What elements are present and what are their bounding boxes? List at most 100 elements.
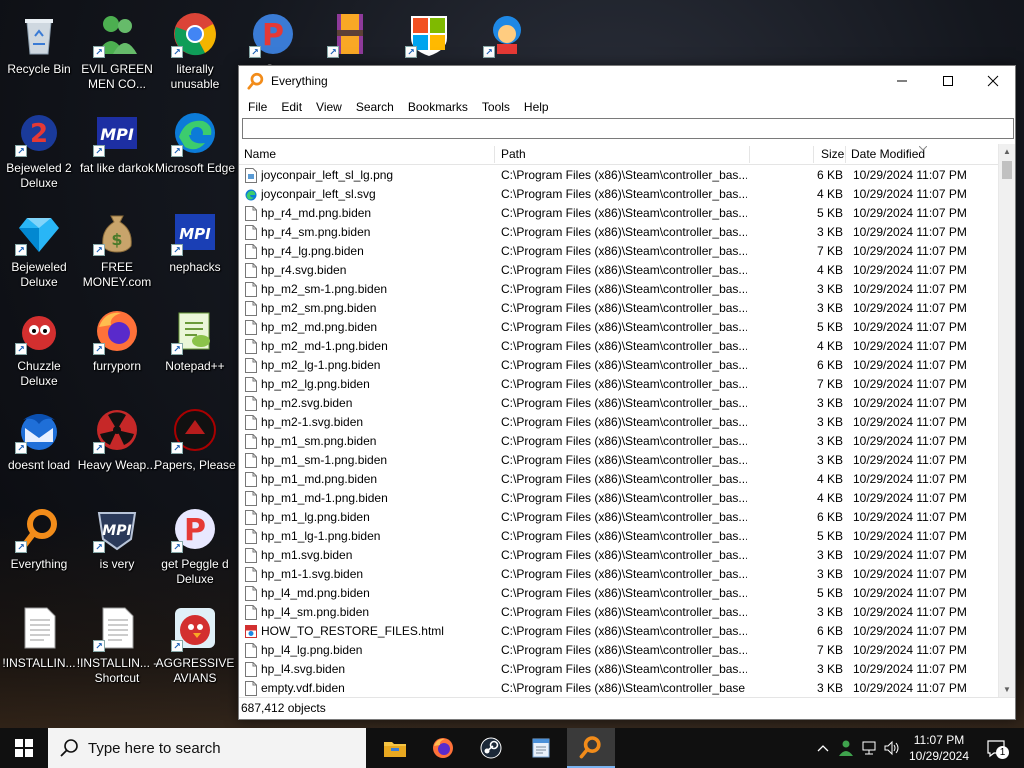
desktop-icon[interactable]: ↗ doesnt load xyxy=(0,402,78,498)
desktop-icon[interactable]: ↗ literally unusable xyxy=(156,6,234,102)
desktop-icon[interactable]: ↗ furryporn xyxy=(78,303,156,399)
table-row[interactable]: hp_m1_lg-1.png.biden C:\Program Files (x8… xyxy=(239,527,999,546)
table-row[interactable]: hp_l4_md.png.biden C:\Program Files (x86)… xyxy=(239,584,999,603)
file-path: C:\Program Files (x86)\Steam\controller_… xyxy=(501,377,747,391)
table-row[interactable]: hp_m2_sm.png.biden C:\Program Files (x86)… xyxy=(239,299,999,318)
table-row[interactable]: hp_m1_sm-1.png.biden C:\Program Files (x8… xyxy=(239,451,999,470)
table-row[interactable]: hp_l4_lg.png.biden C:\Program Files (x86)… xyxy=(239,641,999,660)
taskbar-steam[interactable] xyxy=(467,728,515,768)
table-row[interactable]: empty.vdf.biden C:\Program Files (x86)\St… xyxy=(239,679,999,698)
start-button[interactable] xyxy=(0,728,48,768)
table-row[interactable]: hp_m2_md.png.biden C:\Program Files (x86)… xyxy=(239,318,999,337)
column-date-header[interactable]: Date Modified xyxy=(851,144,925,165)
column-name-header[interactable]: Name xyxy=(244,144,276,165)
speaker-icon xyxy=(884,740,899,756)
scroll-down-arrow-icon[interactable]: ▼ xyxy=(999,682,1015,698)
desktop-icon-label: !INSTALLIN... - Shortcut xyxy=(76,656,158,685)
taskbar-clock[interactable]: 11:07 PM 10/29/2024 xyxy=(900,728,978,768)
desktop-icon[interactable]: $ ↗ FREE MONEY.com xyxy=(78,204,156,300)
column-divider[interactable] xyxy=(494,146,495,163)
scroll-up-arrow-icon[interactable]: ▲ xyxy=(999,144,1015,160)
table-row[interactable]: hp_r4_md.png.biden C:\Program Files (x86)… xyxy=(239,204,999,223)
file-path: C:\Program Files (x86)\Steam\controller_… xyxy=(501,529,747,543)
table-row[interactable]: hp_m2_sm-1.png.biden C:\Program Files (x8… xyxy=(239,280,999,299)
column-divider[interactable] xyxy=(813,146,814,163)
column-divider[interactable] xyxy=(845,146,846,163)
table-row[interactable]: hp_m2.svg.biden C:\Program Files (x86)\St… xyxy=(239,394,999,413)
taskbar-notepad[interactable] xyxy=(517,728,565,768)
search-input[interactable] xyxy=(242,118,1014,139)
tray-people[interactable] xyxy=(836,728,856,768)
desktop-icon-label: nephacks xyxy=(169,260,221,274)
desktop-icon[interactable]: ↗ Bejeweled Deluxe xyxy=(0,204,78,300)
show-hidden-icons-button[interactable] xyxy=(814,728,832,768)
table-row[interactable]: hp_r4_lg.png.biden C:\Program Files (x86)… xyxy=(239,242,999,261)
menu-file[interactable]: File xyxy=(241,96,274,118)
shortcut-arrow-icon: ↗ xyxy=(171,244,183,256)
desktop-icon[interactable]: ↗ AGGRESSIVE AVIANS xyxy=(156,600,234,696)
table-row[interactable]: hp_m1-1.svg.biden C:\Program Files (x86)\… xyxy=(239,565,999,584)
table-row[interactable]: joyconpair_left_sl.svg C:\Program Files (… xyxy=(239,185,999,204)
file-date-modified: 10/29/2024 11:07 PM xyxy=(853,244,967,258)
title-bar[interactable]: Everything xyxy=(239,66,1015,96)
desktop-icon[interactable]: MPI ↗ is very xyxy=(78,501,156,597)
table-row[interactable]: hp_l4_sm.png.biden C:\Program Files (x86)… xyxy=(239,603,999,622)
taskbar-search-box[interactable]: Type here to search xyxy=(48,728,366,768)
desktop-icon[interactable]: Recycle Bin xyxy=(0,6,78,102)
table-row[interactable]: hp_m2-1.svg.biden C:\Program Files (x86)\… xyxy=(239,413,999,432)
table-row[interactable]: hp_r4.svg.biden C:\Program Files (x86)\St… xyxy=(239,261,999,280)
scroll-thumb[interactable] xyxy=(1002,161,1012,179)
table-row[interactable]: hp_m1_sm.png.biden C:\Program Files (x86)… xyxy=(239,432,999,451)
column-size-header[interactable]: Size xyxy=(821,144,844,165)
vertical-scrollbar[interactable]: ▲ ▼ xyxy=(998,144,1015,698)
taskbar-firefox[interactable] xyxy=(419,728,467,768)
table-row[interactable]: hp_m2_lg-1.png.biden C:\Program Files (x8… xyxy=(239,356,999,375)
tray-network[interactable] xyxy=(860,728,880,768)
file-icon xyxy=(245,586,257,601)
table-row[interactable]: hp_l4.svg.biden C:\Program Files (x86)\St… xyxy=(239,660,999,679)
file-size: 3 KB xyxy=(816,681,843,695)
table-row[interactable]: joyconpair_left_sl_lg.png C:\Program File… xyxy=(239,166,999,185)
desktop-icon[interactable]: MPI ↗ fat like darkok xyxy=(78,105,156,201)
menu-tools[interactable]: Tools xyxy=(475,96,517,118)
desktop-icon[interactable]: ↗ Chuzzle Deluxe xyxy=(0,303,78,399)
desktop-icon-label: get Peggle d Deluxe xyxy=(161,557,229,586)
taskbar-file-explorer[interactable] xyxy=(371,728,419,768)
maximize-button[interactable] xyxy=(925,66,971,96)
taskbar-everything[interactable] xyxy=(567,728,615,768)
table-row[interactable]: hp_m1_md.png.biden C:\Program Files (x86)… xyxy=(239,470,999,489)
menu-search[interactable]: Search xyxy=(349,96,401,118)
desktop-icon[interactable]: 2 ↗ Bejeweled 2 Deluxe xyxy=(0,105,78,201)
desktop-icon[interactable]: ↗ Everything xyxy=(0,501,78,597)
menu-view[interactable]: View xyxy=(309,96,349,118)
close-button[interactable] xyxy=(970,66,1016,96)
shortcut-arrow-icon: ↗ xyxy=(171,541,183,553)
file-size: 3 KB xyxy=(816,605,843,619)
menu-edit[interactable]: Edit xyxy=(274,96,309,118)
desktop-icon[interactable]: P ↗ get Peggle d Deluxe xyxy=(156,501,234,597)
table-row[interactable]: hp_r4_sm.png.biden C:\Program Files (x86)… xyxy=(239,223,999,242)
table-row[interactable]: hp_m1.svg.biden C:\Program Files (x86)\St… xyxy=(239,546,999,565)
table-row[interactable]: hp_m2_lg.png.biden C:\Program Files (x86)… xyxy=(239,375,999,394)
minimize-button[interactable] xyxy=(879,66,925,96)
desktop-icon[interactable]: ↗ Microsoft Edge xyxy=(155,105,235,201)
desktop-icon[interactable]: ↗ EVIL GREEN MEN CO... xyxy=(78,6,156,102)
file-date-modified: 10/29/2024 11:07 PM xyxy=(853,282,967,296)
tray-volume[interactable] xyxy=(882,728,902,768)
desktop-icon[interactable]: MPI ↗ nephacks xyxy=(156,204,234,300)
desktop-icon[interactable]: ↗ Notepad++ xyxy=(156,303,234,399)
table-row[interactable]: hp_m2_md-1.png.biden C:\Program Files (x8… xyxy=(239,337,999,356)
table-row[interactable]: hp_m1_md-1.png.biden C:\Program Files (x8… xyxy=(239,489,999,508)
text-file-icon xyxy=(24,607,56,649)
menu-bookmarks[interactable]: Bookmarks xyxy=(401,96,475,118)
table-row[interactable]: HOW_TO_RESTORE_FILES.html C:\Program File… xyxy=(239,622,999,641)
desktop-icon[interactable]: ↗ Heavy Weap... xyxy=(78,402,156,498)
desktop-icon[interactable]: !INSTALLIN... xyxy=(0,600,78,696)
notification-center-button[interactable]: 1 xyxy=(982,728,1010,768)
desktop-icon[interactable]: ↗ Papers, Please xyxy=(154,402,236,498)
column-path-header[interactable]: Path xyxy=(501,144,526,165)
desktop-icon[interactable]: ↗ !INSTALLIN... - Shortcut xyxy=(76,600,158,696)
table-row[interactable]: hp_m1_lg.png.biden C:\Program Files (x86)… xyxy=(239,508,999,527)
column-divider[interactable] xyxy=(749,146,750,163)
menu-help[interactable]: Help xyxy=(517,96,556,118)
